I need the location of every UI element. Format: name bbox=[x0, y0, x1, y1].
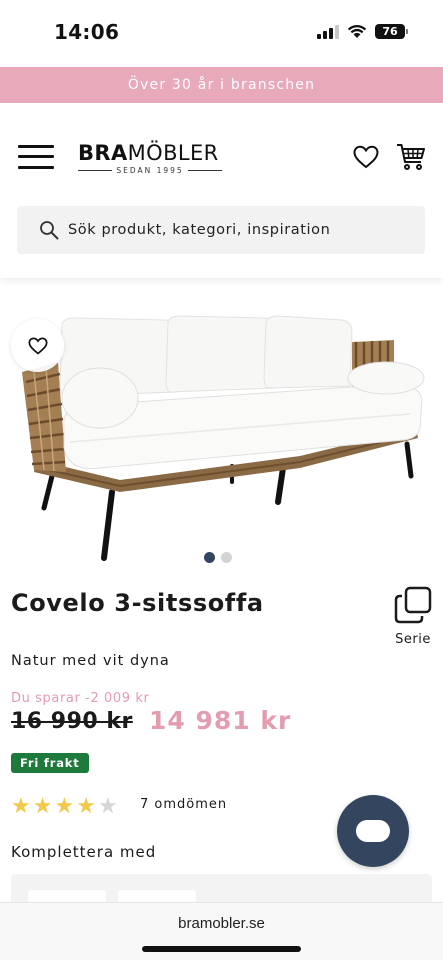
free-shipping-badge: Fri frakt bbox=[11, 753, 89, 773]
product-image-sofa[interactable] bbox=[0, 296, 443, 572]
search-placeholder: Sök produkt, kategori, inspiration bbox=[68, 222, 331, 238]
cellular-signal-icon bbox=[317, 24, 339, 39]
savings-text: Du sparar -2 009 kr bbox=[11, 691, 150, 706]
status-icons: 76 bbox=[317, 24, 408, 39]
star-filled-icon: ★ bbox=[32, 794, 53, 819]
url-text: bramobler.se bbox=[178, 915, 265, 932]
product-variant: Natur med vit dyna bbox=[11, 653, 170, 669]
chat-button[interactable] bbox=[337, 795, 409, 867]
heart-icon bbox=[28, 336, 47, 355]
add-to-wishlist-button[interactable] bbox=[11, 319, 64, 372]
promo-banner: Över 30 år i branschen bbox=[0, 67, 443, 103]
site-header: BRAMÖBLER SEDAN 1995 Sök produkt, katego… bbox=[0, 103, 443, 278]
reviews-link[interactable]: 7 omdömen bbox=[140, 797, 227, 812]
carousel-dot-active[interactable] bbox=[204, 552, 215, 563]
logo-tagline: SEDAN 1995 bbox=[78, 166, 223, 175]
copy-series-icon bbox=[394, 586, 432, 624]
star-filled-icon: ★ bbox=[11, 794, 31, 819]
image-carousel-dots bbox=[204, 552, 232, 563]
search-icon bbox=[40, 221, 59, 240]
menu-icon[interactable] bbox=[18, 145, 54, 169]
star-empty-icon: ★ bbox=[97, 794, 118, 819]
star-filled-icon: ★ bbox=[76, 794, 96, 819]
complement-heading: Komplettera med bbox=[11, 843, 157, 861]
browser-url-bar[interactable]: bramobler.se bbox=[0, 902, 443, 960]
chat-icon bbox=[356, 820, 390, 842]
original-price: 16 990 kr bbox=[11, 709, 133, 734]
wishlist-heart-icon[interactable] bbox=[353, 145, 379, 169]
star-filled-icon: ★ bbox=[54, 794, 75, 819]
cart-icon[interactable] bbox=[396, 141, 426, 171]
site-logo[interactable]: BRAMÖBLER SEDAN 1995 bbox=[78, 141, 223, 175]
logo-wordmark: BRAMÖBLER bbox=[78, 141, 219, 165]
status-time: 14:06 bbox=[54, 20, 120, 44]
sale-price: 14 981 kr bbox=[149, 706, 292, 735]
serie-button[interactable]: Serie bbox=[392, 586, 434, 647]
serie-label: Serie bbox=[395, 632, 431, 647]
wifi-icon bbox=[347, 24, 367, 38]
battery-icon: 76 bbox=[375, 24, 408, 39]
rating-stars[interactable]: ★ ★ ★ ★ ★ bbox=[11, 796, 118, 818]
home-indicator[interactable] bbox=[142, 946, 301, 952]
carousel-dot[interactable] bbox=[221, 552, 232, 563]
search-input[interactable]: Sök produkt, kategori, inspiration bbox=[17, 206, 425, 254]
status-bar: 14:06 76 bbox=[0, 0, 443, 66]
product-title: Covelo 3-sitssoffa bbox=[11, 589, 264, 617]
